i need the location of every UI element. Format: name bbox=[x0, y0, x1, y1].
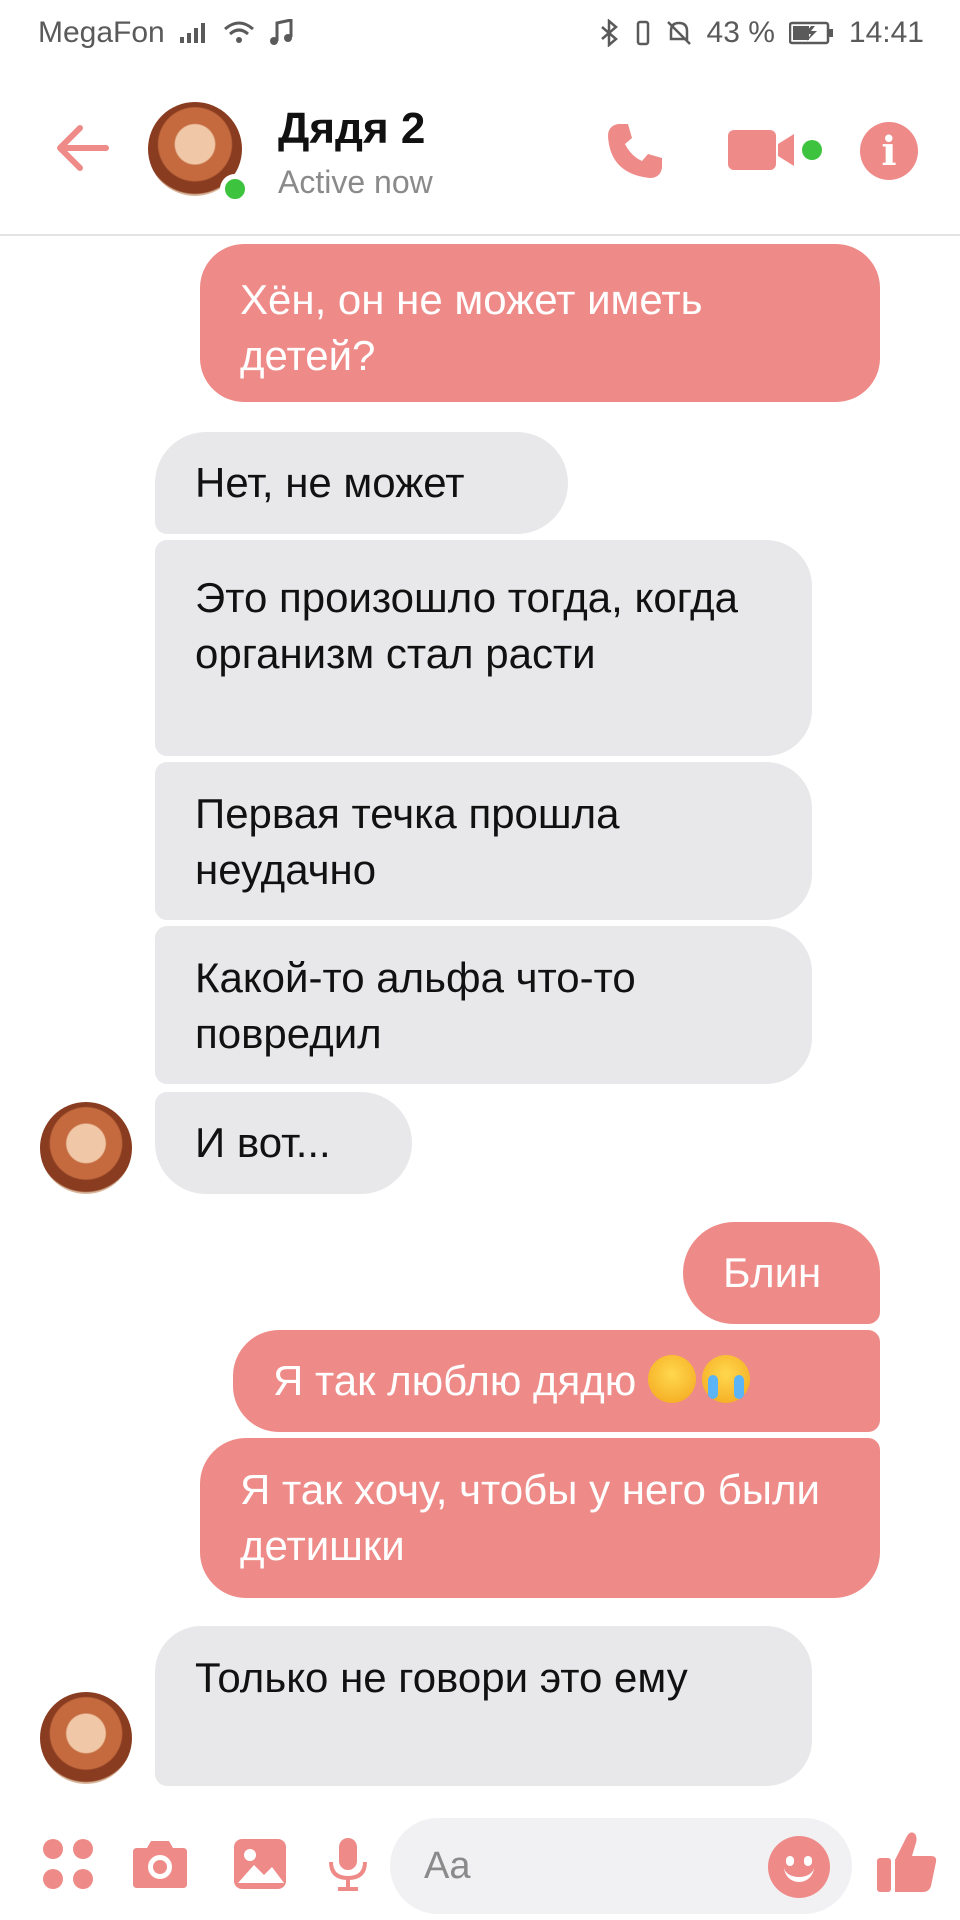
call-button[interactable] bbox=[600, 116, 670, 186]
message-incoming[interactable]: Это произошло тогда, когда организм стал… bbox=[155, 540, 812, 756]
message-outgoing[interactable]: Я так люблю дядю bbox=[233, 1330, 880, 1432]
message-text: Хён, он не может иметь детей? bbox=[240, 276, 703, 379]
loudly-crying-face-icon bbox=[701, 1355, 750, 1403]
apps-button[interactable] bbox=[38, 1834, 98, 1894]
emoji-icon bbox=[784, 1858, 814, 1882]
message-text: Только не говори это ему bbox=[195, 1654, 688, 1701]
message-incoming[interactable]: И вот... bbox=[155, 1092, 412, 1194]
clock: 14:41 bbox=[848, 16, 924, 49]
sender-avatar[interactable] bbox=[40, 1102, 132, 1194]
back-button[interactable] bbox=[52, 118, 112, 178]
image-icon bbox=[234, 1839, 286, 1889]
composer-bar: Aa bbox=[0, 1808, 960, 1920]
contact-avatar[interactable] bbox=[148, 102, 250, 204]
video-camera-icon bbox=[728, 130, 794, 170]
message-outgoing[interactable]: Хён, он не может иметь детей? bbox=[200, 244, 880, 402]
message-text: Я так люблю дядю bbox=[273, 1357, 637, 1404]
contact-name[interactable]: Дядя 2 bbox=[278, 104, 425, 154]
video-call-button[interactable] bbox=[726, 120, 822, 180]
arrow-left-icon bbox=[57, 125, 109, 171]
muted-bell-icon bbox=[665, 19, 693, 47]
message-incoming[interactable]: Только не говори это ему bbox=[155, 1626, 812, 1786]
battery-charging-icon bbox=[788, 21, 835, 45]
message-input-placeholder: Aa bbox=[424, 1845, 471, 1887]
info-icon: i bbox=[881, 127, 897, 175]
carrier-name: MegaFon bbox=[38, 16, 165, 49]
gallery-button[interactable] bbox=[230, 1834, 290, 1894]
sender-avatar[interactable] bbox=[40, 1692, 132, 1784]
online-indicator bbox=[220, 174, 250, 204]
microphone-icon bbox=[329, 1838, 367, 1891]
voice-button[interactable] bbox=[322, 1834, 374, 1894]
message-text: И вот... bbox=[195, 1119, 331, 1166]
tired-face-icon bbox=[647, 1355, 696, 1403]
message-text: Блин bbox=[723, 1249, 822, 1296]
message-outgoing[interactable]: Блин bbox=[683, 1222, 880, 1324]
signal-icon bbox=[179, 21, 209, 45]
thumbs-up-icon bbox=[877, 1832, 937, 1892]
video-active-dot bbox=[802, 140, 822, 160]
camera-button[interactable] bbox=[128, 1834, 192, 1894]
status-bar: MegaFon 43 % 14:41 bbox=[0, 0, 960, 66]
message-outgoing[interactable]: Я так хочу, чтобы у него были детишки bbox=[200, 1438, 880, 1598]
music-note-icon bbox=[269, 19, 293, 47]
message-text: Первая течка прошла неудачно bbox=[195, 790, 620, 893]
message-incoming[interactable]: Первая течка прошла неудачно bbox=[155, 762, 812, 920]
chat-header: Дядя 2 Active now i bbox=[0, 66, 960, 236]
phone-icon bbox=[608, 124, 662, 178]
message-text: Это произошло тогда, когда организм стал… bbox=[195, 574, 739, 677]
status-left: MegaFon bbox=[38, 16, 293, 50]
message-input[interactable]: Aa bbox=[390, 1818, 852, 1914]
emoji-button[interactable] bbox=[768, 1836, 830, 1898]
message-text: Какой-то альфа что-то повредил bbox=[195, 954, 636, 1057]
camera-icon bbox=[133, 1841, 187, 1888]
contact-status: Active now bbox=[278, 164, 433, 200]
message-text: Я так хочу, чтобы у него были детишки bbox=[240, 1466, 820, 1569]
apps-icon bbox=[43, 1839, 93, 1889]
message-incoming[interactable]: Какой-то альфа что-то повредил bbox=[155, 926, 812, 1084]
message-incoming[interactable]: Нет, не может bbox=[155, 432, 568, 534]
like-button[interactable] bbox=[872, 1826, 942, 1900]
status-right: 43 % 14:41 bbox=[599, 16, 924, 50]
info-button[interactable]: i bbox=[860, 122, 918, 180]
vibrate-icon bbox=[635, 20, 651, 46]
message-text: Нет, не может bbox=[195, 459, 465, 506]
bluetooth-icon bbox=[599, 19, 621, 47]
wifi-icon bbox=[223, 20, 255, 46]
battery-percent: 43 % bbox=[706, 16, 775, 49]
